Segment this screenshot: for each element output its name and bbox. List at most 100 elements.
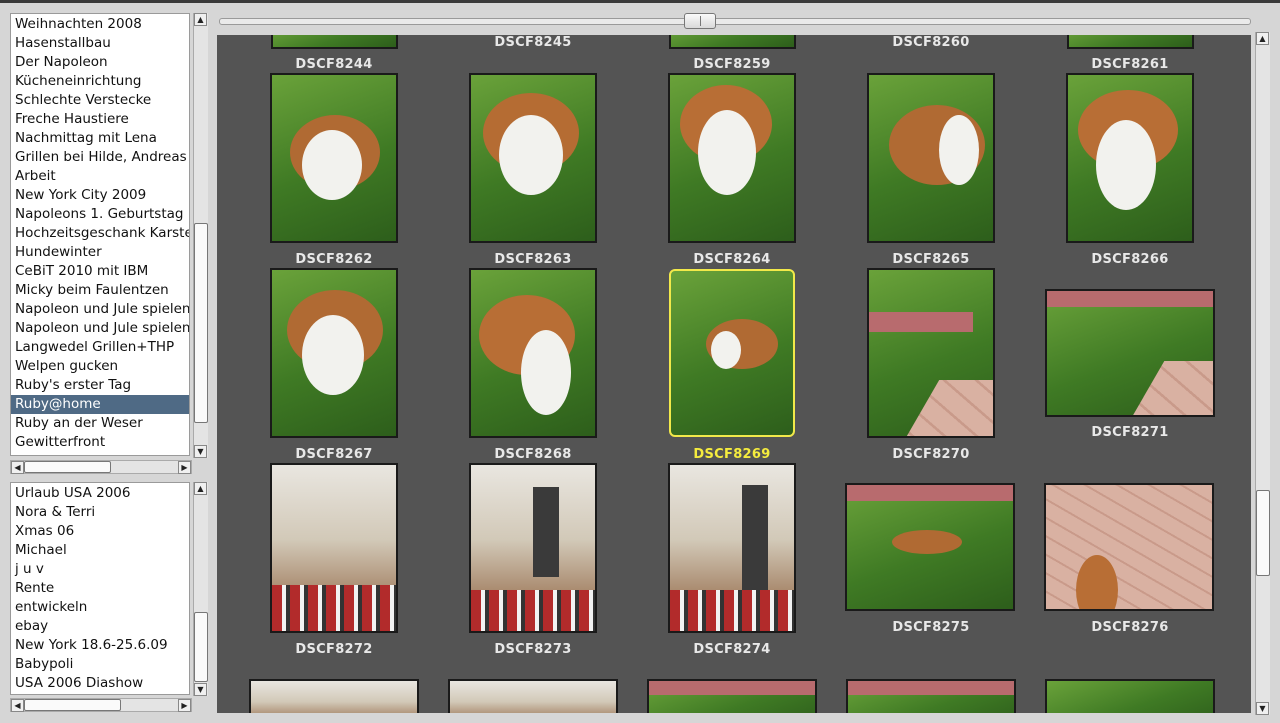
album-item[interactable]: Napoleon und Jule spielen <box>11 300 189 319</box>
photo-caption: DSCF8265 <box>892 252 970 267</box>
scroll-up-icon[interactable]: ▲ <box>1256 32 1269 45</box>
album-item[interactable]: Napoleon und Jule spielen <box>11 319 189 338</box>
album-item[interactable]: Grillen bei Hilde, Andreas u <box>11 148 189 167</box>
album-item[interactable]: New York City 2009 <box>11 186 189 205</box>
gallery-vscroll[interactable]: ▲ ▼ <box>1255 32 1270 715</box>
photo-thumbnail[interactable] <box>1067 35 1194 49</box>
scroll-left-icon[interactable]: ◀ <box>11 461 24 474</box>
photo-thumbnail[interactable] <box>647 679 817 713</box>
album-item[interactable]: Gewitterfront <box>11 433 189 452</box>
album-item[interactable]: USA 2006 Diashow <box>11 674 189 693</box>
scroll-down-icon[interactable]: ▼ <box>194 445 207 458</box>
photo-caption: DSCF8272 <box>295 642 373 657</box>
album-item[interactable]: Urlaub USA 2006 <box>11 484 189 503</box>
photo-thumbnail[interactable] <box>270 73 398 243</box>
photo-caption: DSCF8260 <box>892 35 970 50</box>
scroll-right-icon[interactable]: ▶ <box>178 699 191 712</box>
photo-caption-selected: DSCF8269 <box>693 447 771 462</box>
photo-thumbnail[interactable] <box>249 679 419 713</box>
photo-thumbnail[interactable] <box>270 463 398 633</box>
photo-caption: DSCF8266 <box>1091 252 1169 267</box>
album-list-top[interactable]: Weihnachten 2008 Hasenstallbau Der Napoleo… <box>10 13 190 456</box>
photo-thumbnail[interactable] <box>469 268 597 438</box>
album-item[interactable]: Arbeit <box>11 167 189 186</box>
photo-thumbnail[interactable] <box>668 463 796 633</box>
photo-thumbnail[interactable] <box>846 679 1016 713</box>
album-item[interactable]: CeBiT 2010 mit IBM <box>11 262 189 281</box>
album-item[interactable]: Ruby an der Weser <box>11 414 189 433</box>
album-item[interactable]: Hundewinter <box>11 243 189 262</box>
photo-thumbnail[interactable] <box>668 73 796 243</box>
album-item[interactable]: Xmas 06 <box>11 522 189 541</box>
album-item[interactable]: Schlechte Verstecke <box>11 91 189 110</box>
album-item[interactable]: Langwedel Grillen+THP <box>11 338 189 357</box>
photo-thumbnail[interactable] <box>270 268 398 438</box>
photo-thumbnail[interactable] <box>469 463 597 633</box>
album-list-top-hscroll[interactable]: ◀ ▶ <box>10 460 192 474</box>
photo-caption: DSCF8267 <box>295 447 373 462</box>
scroll-right-icon[interactable]: ▶ <box>178 461 191 474</box>
photo-thumbnail[interactable] <box>867 268 995 438</box>
scroll-left-icon[interactable]: ◀ <box>11 699 24 712</box>
album-item[interactable]: Weihnachten 2008 <box>11 15 189 34</box>
scroll-thumb[interactable] <box>24 699 121 711</box>
window-top-border <box>0 0 1280 3</box>
album-list-bottom-hscroll[interactable]: ◀ ▶ <box>10 698 192 712</box>
zoom-slider-handle[interactable] <box>684 13 716 29</box>
photo-thumbnail[interactable] <box>1066 73 1194 243</box>
album-item[interactable]: Ruby@home <box>11 395 189 414</box>
scroll-up-icon[interactable]: ▲ <box>194 482 207 495</box>
photo-caption: DSCF8245 <box>494 35 572 50</box>
scroll-thumb[interactable] <box>24 461 111 473</box>
photo-thumbnail[interactable] <box>1044 483 1214 611</box>
album-item[interactable]: Michael <box>11 541 189 560</box>
photo-thumbnail[interactable] <box>1045 679 1215 713</box>
album-item[interactable]: Hasenstallbau <box>11 34 189 53</box>
photo-caption: DSCF8273 <box>494 642 572 657</box>
album-item[interactable]: Welpen gucken <box>11 357 189 376</box>
album-item[interactable]: ebay <box>11 617 189 636</box>
album-item[interactable]: New York 18.6-25.6.09 <box>11 636 189 655</box>
album-item[interactable]: Micky beim Faulentzen <box>11 281 189 300</box>
album-list-top-vscroll[interactable]: ▲ ▼ <box>193 13 208 458</box>
album-item[interactable]: Freche Haustiere <box>11 110 189 129</box>
scroll-thumb[interactable] <box>194 223 208 423</box>
photo-thumbnail[interactable] <box>867 73 995 243</box>
photo-thumbnail[interactable] <box>845 483 1015 611</box>
album-item[interactable]: Der Napoleon <box>11 53 189 72</box>
photo-caption: DSCF8268 <box>494 447 572 462</box>
scroll-up-icon[interactable]: ▲ <box>194 13 207 26</box>
photo-thumbnail[interactable] <box>669 35 796 49</box>
album-item[interactable]: Hochzeitsgeschank Karsten <box>11 224 189 243</box>
album-item[interactable]: j u v <box>11 560 189 579</box>
photo-caption: DSCF8244 <box>295 57 373 72</box>
zoom-slider-track[interactable] <box>219 18 1251 25</box>
scroll-thumb[interactable] <box>194 612 208 682</box>
photo-caption: DSCF8259 <box>693 57 771 72</box>
album-item[interactable]: Babypoli <box>11 655 189 674</box>
album-item[interactable]: entwickeln <box>11 598 189 617</box>
photo-caption: DSCF8262 <box>295 252 373 267</box>
photo-thumbnail[interactable] <box>448 679 618 713</box>
album-list-bottom[interactable]: Urlaub USA 2006 Nora & Terri Xmas 06 Michae… <box>10 482 190 695</box>
photo-thumbnail[interactable] <box>271 35 398 49</box>
photo-caption: DSCF8274 <box>693 642 771 657</box>
photo-caption: DSCF8261 <box>1091 57 1169 72</box>
scroll-down-icon[interactable]: ▼ <box>194 683 207 696</box>
album-item[interactable]: Nachmittag mit Lena <box>11 129 189 148</box>
scroll-down-icon[interactable]: ▼ <box>1256 702 1269 715</box>
album-item[interactable]: Nora & Terri <box>11 503 189 522</box>
album-item[interactable]: Ruby's erster Tag <box>11 376 189 395</box>
photo-thumbnail[interactable] <box>1045 289 1215 417</box>
album-item[interactable]: Napoleons 1. Geburtstag <box>11 205 189 224</box>
photo-thumbnail-selected[interactable] <box>669 269 795 437</box>
album-item[interactable]: Rente <box>11 579 189 598</box>
photo-caption: DSCF8275 <box>892 620 970 635</box>
album-item[interactable]: Kücheneinrichtung <box>11 72 189 91</box>
scroll-thumb[interactable] <box>1256 490 1270 576</box>
photo-caption: DSCF8276 <box>1091 620 1169 635</box>
photo-gallery[interactable]: DSCF8245 DSCF8260 DSCF8244 DSCF8259 DSCF… <box>217 35 1251 713</box>
photo-caption: DSCF8263 <box>494 252 572 267</box>
album-list-bottom-vscroll[interactable]: ▲ ▼ <box>193 482 208 696</box>
photo-thumbnail[interactable] <box>469 73 597 243</box>
